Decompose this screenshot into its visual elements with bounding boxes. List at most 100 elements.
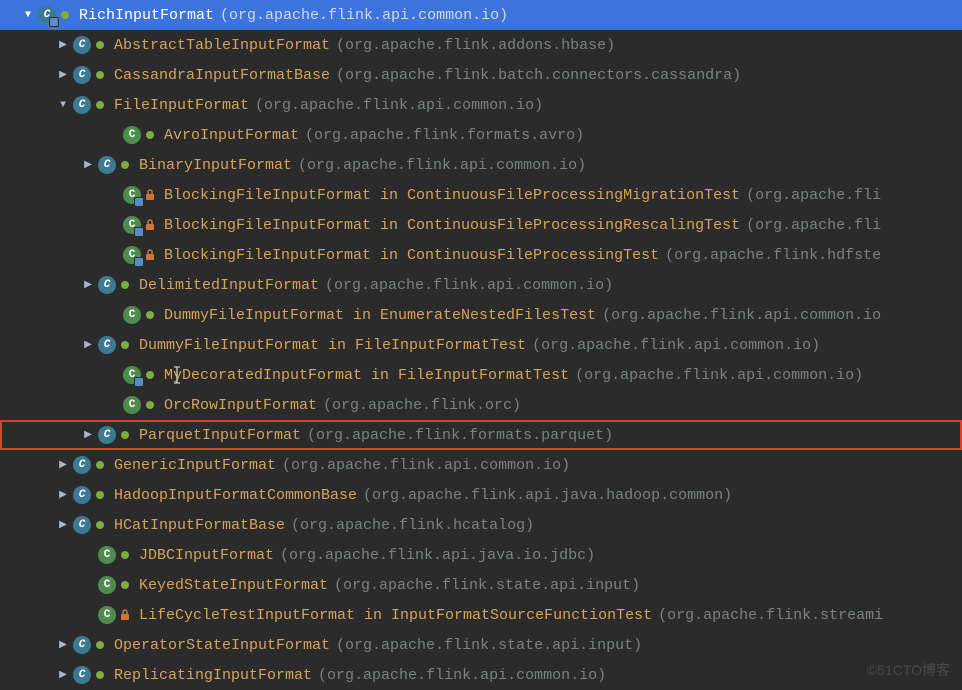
expand-right-icon[interactable]: ▶ [80,277,96,293]
private-visibility-icon [144,249,156,261]
tree-row[interactable]: ▶CJDBCInputFormat(org.apache.flink.api.j… [0,540,962,570]
tree-row[interactable]: ▶CAbstractTableInputFormat(org.apache.fl… [0,30,962,60]
class-name-label: BlockingFileInputFormat in ContinuousFil… [164,247,659,264]
class-icon: C [123,216,141,234]
public-visibility-icon [119,339,131,351]
tree-row[interactable]: ▶CBlockingFileInputFormat in ContinuousF… [0,180,962,210]
icon-group: C [123,216,156,234]
tree-row[interactable]: ▶C DelimitedInputFormat (org.apache.flink.… [0,270,962,300]
expand-down-icon[interactable]: ▼ [55,97,71,113]
tree-row[interactable]: ▶CReplicatingInputFormat(org.apache.flin… [0,660,962,690]
tree-row[interactable]: ▶COperatorStateInputFormat(org.apache.fl… [0,630,962,660]
class-icon: C [123,186,141,204]
public-visibility-icon [94,459,106,471]
class-name-label: ReplicatingInputFormat [114,667,312,684]
expand-right-icon[interactable]: ▶ [55,457,71,473]
expand-down-icon[interactable]: ▼ [20,7,36,23]
public-visibility-icon [144,309,156,321]
tree-row[interactable]: ▶CMyDecoratedInputFormat in FileInputFor… [0,360,962,390]
tree-row[interactable]: ▶CKeyedStateInputFormat(org.apache.flink… [0,570,962,600]
package-label: (org.apache.flink.api.common.io) [255,97,543,114]
tree-row[interactable]: ▶CBlockingFileInputFormat in ContinuousF… [0,210,962,240]
tree-row[interactable]: ▶CHCatInputFormatBase(org.apache.flink.h… [0,510,962,540]
expand-right-icon[interactable]: ▶ [80,157,96,173]
class-name-label: BlockingFileInputFormat in ContinuousFil… [164,217,740,234]
tree-row[interactable]: ▶CAvroInputFormat(org.apache.flink.forma… [0,120,962,150]
icon-group: C [123,396,156,414]
tree-row[interactable]: ▶C DummyFileInputFormat in FileInputForma… [0,330,962,360]
class-name-label: OperatorStateInputFormat [114,637,330,654]
class-name-label: DelimitedInputFormat [139,277,319,294]
class-icon: C [123,126,141,144]
icon-group: C [98,156,131,174]
abstract-class-icon: C [73,36,91,54]
class-name-label: BinaryInputFormat [139,157,292,174]
class-name-label: OrcRowInputFormat [164,397,317,414]
public-visibility-icon [144,129,156,141]
expand-right-icon[interactable]: ▶ [55,517,71,533]
abstract-class-icon: C [98,156,116,174]
public-visibility-icon [119,159,131,171]
icon-group: C [73,636,106,654]
tree-row[interactable]: ▶CDummyFileInputFormat in EnumerateNeste… [0,300,962,330]
expand-right-icon[interactable]: ▶ [80,337,96,353]
package-label: (org.apache.flink.api.common.io) [532,337,820,354]
package-label: (org.apache.fli [746,217,881,234]
tree-row[interactable]: ▼CFileInputFormat(org.apache.flink.api.c… [0,90,962,120]
tree-row[interactable]: ▶CParquetInputFormat(org.apache.flink.fo… [0,420,962,450]
class-name-label: BlockingFileInputFormat in ContinuousFil… [164,187,740,204]
icon-group: C [123,126,156,144]
public-visibility-icon [119,579,131,591]
expand-right-icon[interactable]: ▶ [55,37,71,53]
tree-row[interactable]: ▼C RichInputFormat (org.apache.flink.api.c… [0,0,962,30]
expand-right-icon[interactable]: ▶ [55,487,71,503]
package-label: (org.apache.flink.api.common.io) [318,667,606,684]
private-visibility-icon [144,219,156,231]
tree-row[interactable]: ▶CHadoopInputFormatCommonBase(org.apache… [0,480,962,510]
overlay-badge-icon [134,377,144,387]
package-label: (org.apache.flink.api.common.io) [298,157,586,174]
class-icon: C [123,306,141,324]
tree-row[interactable]: ▶CBlockingFileInputFormat in ContinuousF… [0,240,962,270]
overlay-badge-icon [49,17,59,27]
package-label: (org.apache.flink.formats.parquet) [307,427,613,444]
package-label: (org.apache.flink.orc) [323,397,521,414]
icon-group: C [73,456,106,474]
expand-right-icon[interactable]: ▶ [55,67,71,83]
tree-row[interactable]: ▶CLifeCycleTestInputFormat in InputForma… [0,600,962,630]
package-label: (org.apache.flink.hcatalog) [291,517,534,534]
icon-group: C [73,66,106,84]
package-label: (org.apache.flink.api.common.io) [325,277,613,294]
expand-right-icon[interactable]: ▶ [55,637,71,653]
tree-row[interactable]: ▶C BinaryInputFormat (org.apache.flink.api… [0,150,962,180]
class-icon: C [123,246,141,264]
tree-row[interactable]: ▶CCassandraInputFormatBase(org.apache.fl… [0,60,962,90]
class-name-label: HadoopInputFormatCommonBase [114,487,357,504]
package-label: (org.apache.flink.api.common.io) [220,7,508,24]
icon-group: C [38,6,71,24]
icon-group: C [123,246,156,264]
public-visibility-icon [144,399,156,411]
icon-group: C [98,576,131,594]
overlay-badge-icon [134,227,144,237]
package-label: (org.apache.fli [746,187,881,204]
expand-right-icon[interactable]: ▶ [80,427,96,443]
expand-right-icon[interactable]: ▶ [55,667,71,683]
class-name-label: DummyFileInputFormat in FileInputFormatT… [139,337,526,354]
icon-group: C [73,96,106,114]
abstract-class-icon: C [98,336,116,354]
abstract-class-icon: C [73,516,91,534]
class-name-label: RichInputFormat [79,7,214,24]
icon-group: C [73,486,106,504]
abstract-class-icon: C [98,426,116,444]
tree-row[interactable]: ▶CGenericInputFormat(org.apache.flink.ap… [0,450,962,480]
public-visibility-icon [119,429,131,441]
abstract-class-icon: C [98,276,116,294]
tree-row[interactable]: ▶COrcRowInputFormat(org.apache.flink.orc… [0,390,962,420]
class-name-label: LifeCycleTestInputFormat in InputFormatS… [139,607,652,624]
class-icon: C [98,546,116,564]
abstract-class-icon: C [73,96,91,114]
class-icon: C [98,606,116,624]
public-visibility-icon [94,639,106,651]
public-visibility-icon [119,549,131,561]
